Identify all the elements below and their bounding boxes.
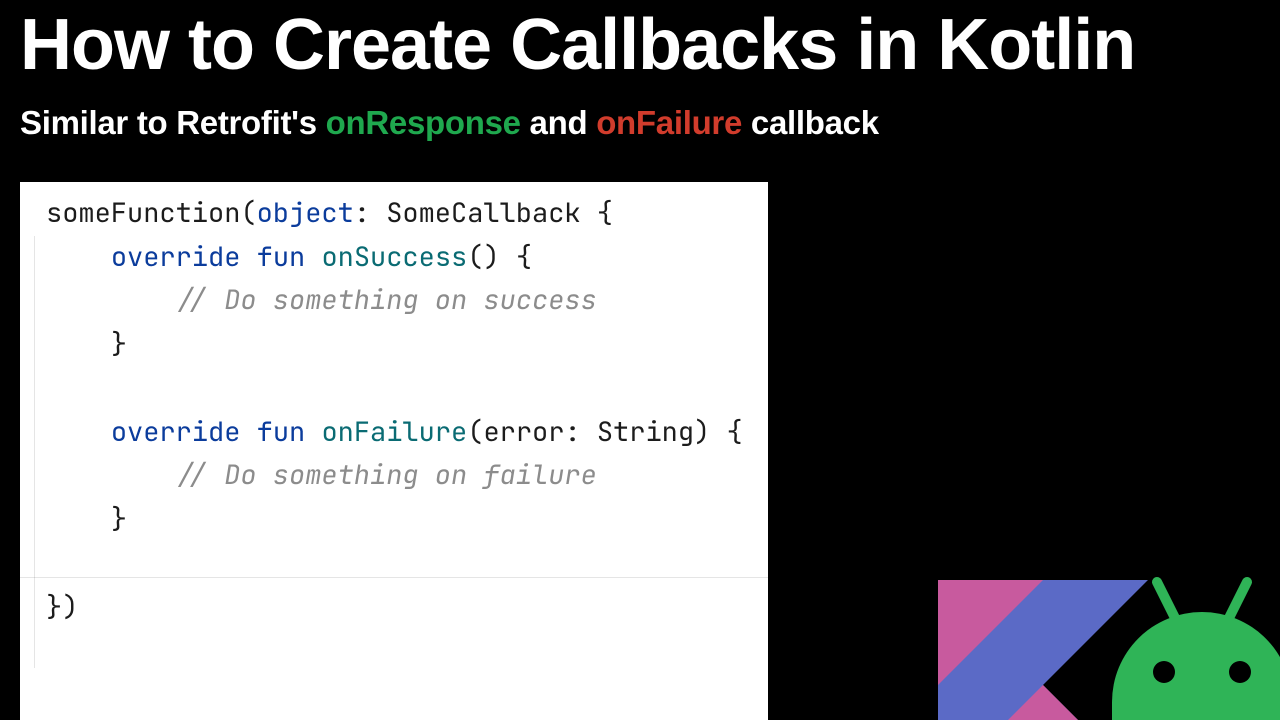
code-space	[305, 239, 321, 275]
code-keyword: override	[111, 239, 241, 275]
code-indent	[46, 326, 111, 362]
code-block: someFunction(object: SomeCallback { over…	[46, 192, 754, 629]
code-comment: // Do something on failure	[176, 457, 597, 493]
code-comment: // Do something on success	[176, 282, 597, 318]
code-indent	[46, 414, 111, 450]
code-keyword: object	[257, 195, 354, 231]
android-logo-icon	[1102, 562, 1280, 720]
code-text: }	[111, 326, 127, 362]
code-row-divider	[20, 577, 768, 578]
subtitle-onresponse: onResponse	[326, 104, 521, 141]
subtitle-onfailure: onFailure	[596, 104, 742, 141]
code-snippet: someFunction(object: SomeCallback { over…	[20, 182, 768, 720]
code-text: () {	[467, 239, 532, 275]
code-gutter	[34, 236, 35, 668]
code-text: })	[46, 589, 78, 625]
code-space	[240, 414, 256, 450]
code-text: someFunction(	[46, 195, 257, 231]
code-function: onSuccess	[321, 239, 467, 275]
code-function: onFailure	[321, 414, 467, 450]
code-indent	[46, 282, 176, 318]
code-space	[240, 239, 256, 275]
code-space	[305, 414, 321, 450]
code-indent	[46, 501, 111, 537]
code-text: }	[111, 501, 127, 537]
subtitle-suffix: callback	[742, 104, 879, 141]
code-keyword: fun	[257, 239, 306, 275]
code-keyword: override	[111, 414, 241, 450]
subtitle-mid: and	[521, 104, 597, 141]
code-text: (error: String) {	[467, 414, 742, 450]
page-subtitle: Similar to Retrofit's onResponse and onF…	[0, 84, 1280, 160]
page-title: How to Create Callbacks in Kotlin	[0, 0, 1280, 84]
code-indent	[46, 457, 176, 493]
code-text: : SomeCallback {	[354, 195, 613, 231]
code-keyword: fun	[257, 414, 306, 450]
subtitle-prefix: Similar to Retrofit's	[20, 104, 326, 141]
code-indent	[46, 239, 111, 275]
